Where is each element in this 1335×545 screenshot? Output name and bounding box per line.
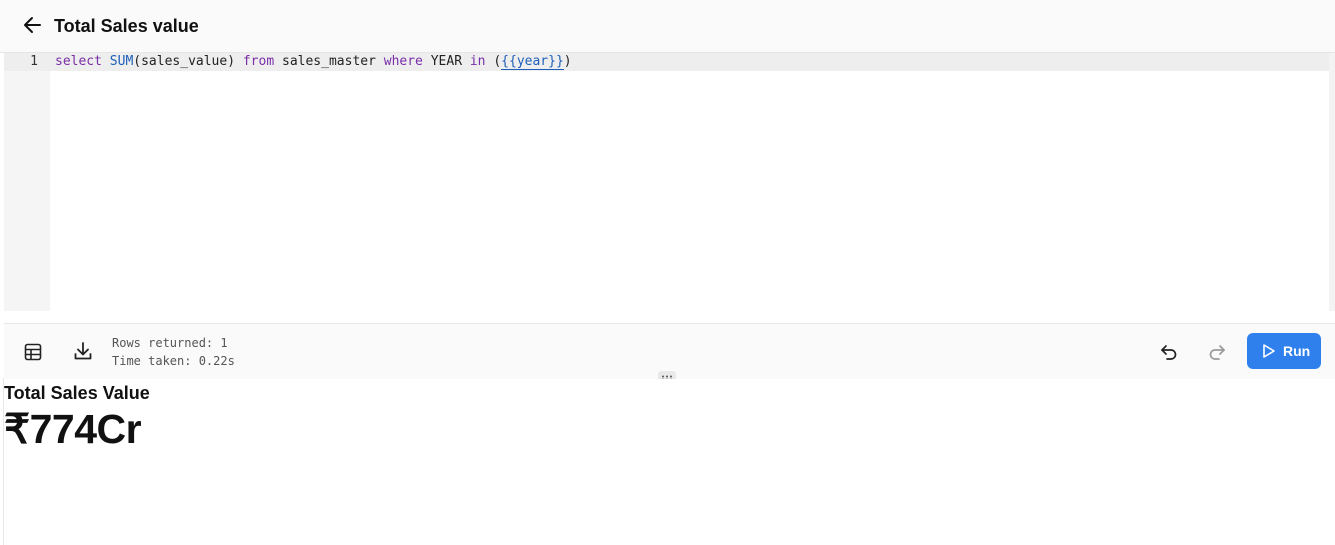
download-icon — [74, 342, 92, 360]
sql-editor[interactable]: 1 select SUM(sales_value) from sales_mas… — [4, 53, 1329, 311]
column-arg: sales_value — [141, 54, 228, 69]
redo-button[interactable] — [1206, 341, 1228, 363]
column-name: YEAR — [422, 54, 470, 69]
back-button[interactable] — [22, 14, 44, 36]
keyword-in: in — [469, 54, 486, 69]
table-name: sales_master — [274, 54, 384, 69]
undo-button[interactable] — [1158, 341, 1180, 363]
code-line[interactable]: select SUM(sales_value) from sales_maste… — [55, 53, 572, 71]
page-title: Total Sales value — [54, 16, 199, 36]
arrow-left-icon — [24, 17, 41, 33]
query-stats: Rows returned: 1 Time taken: 0.22s — [112, 334, 235, 370]
download-button[interactable] — [72, 340, 94, 362]
query-header: Total Sales value — [0, 0, 1335, 53]
keyword-from: from — [242, 54, 275, 69]
function-sum: SUM — [109, 54, 134, 69]
keyword-where: where — [383, 54, 423, 69]
paren-close: ) — [227, 54, 236, 69]
run-button[interactable]: Run — [1247, 333, 1321, 369]
line-number: 1 — [30, 54, 38, 69]
time-taken: Time taken: 0.22s — [112, 354, 235, 368]
run-label: Run — [1283, 343, 1311, 359]
undo-icon — [1161, 345, 1177, 360]
paren-open: ( — [133, 54, 142, 69]
paren-close: ) — [563, 54, 572, 69]
parameter-year[interactable]: {{year}} — [501, 54, 564, 70]
editor-scrollbar[interactable] — [1329, 53, 1335, 311]
redo-icon — [1209, 345, 1225, 360]
result-title: Total Sales Value — [4, 383, 150, 403]
rows-returned: Rows returned: 1 — [112, 336, 228, 350]
result-panel: Total Sales Value ₹774Cr — [4, 379, 1335, 545]
paren-open: ( — [493, 54, 502, 69]
table-icon — [24, 343, 42, 361]
result-value: ₹774Cr — [4, 406, 142, 452]
keyword-select: select — [55, 54, 102, 69]
play-icon — [1263, 344, 1275, 358]
table-view-button[interactable] — [22, 341, 44, 363]
line-gutter — [4, 53, 50, 311]
